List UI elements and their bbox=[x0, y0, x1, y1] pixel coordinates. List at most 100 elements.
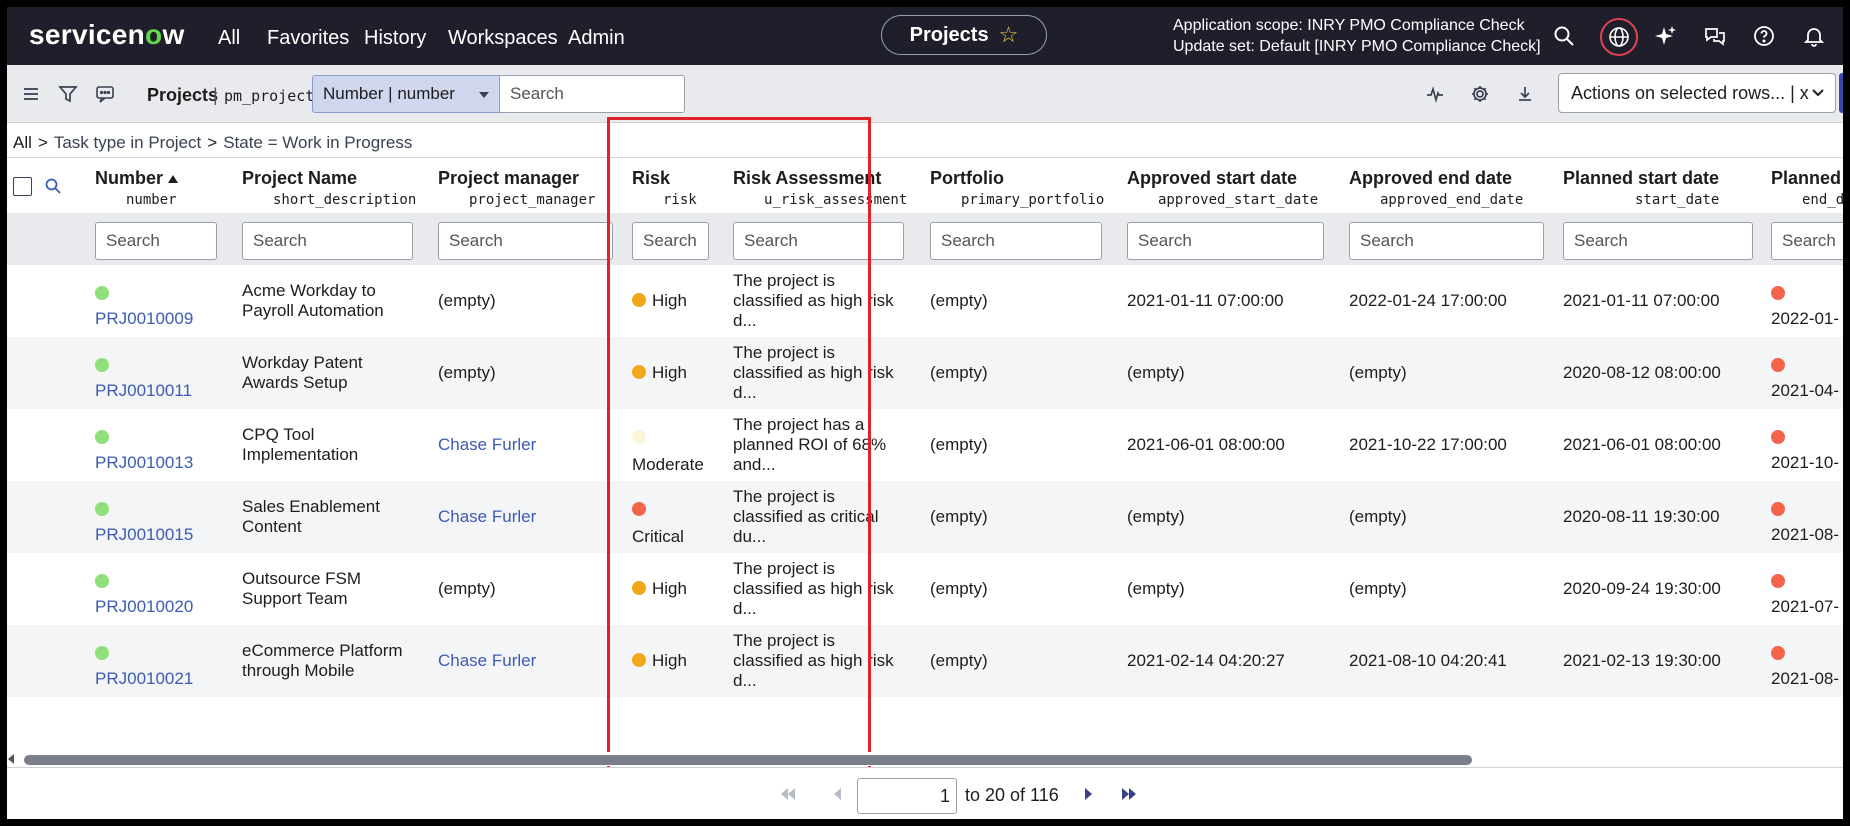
project-number-link[interactable]: PRJ0010021 bbox=[95, 669, 193, 689]
project-number-link[interactable]: PRJ0010020 bbox=[95, 597, 193, 617]
approved-end-date: (empty) bbox=[1349, 507, 1407, 526]
project-name: Workday Patent Awards Setup bbox=[242, 353, 422, 393]
hamburger-menu-icon[interactable] bbox=[21, 84, 41, 104]
portfolio-search-input[interactable] bbox=[930, 222, 1102, 260]
state-indicator bbox=[95, 429, 109, 449]
sparkle-icon[interactable] bbox=[1653, 24, 1677, 48]
portfolio: (empty) bbox=[930, 291, 988, 310]
project-manager: (empty) bbox=[438, 291, 496, 310]
project-number-link[interactable]: PRJ0010013 bbox=[95, 453, 193, 473]
portfolio: (empty) bbox=[930, 435, 988, 454]
column-planned-start-date[interactable]: Planned start date start_date bbox=[1563, 158, 1753, 214]
scrollbar-thumb[interactable] bbox=[24, 755, 1472, 765]
project-name: CPQ Tool Implementation bbox=[242, 425, 422, 465]
project-number-link[interactable]: PRJ0010015 bbox=[95, 525, 193, 545]
project-name-line: eCommerce Platform bbox=[242, 641, 403, 660]
search-icon[interactable] bbox=[1552, 24, 1576, 48]
actions-on-selected-rows-select[interactable]: Actions on selected rows... | x bbox=[1558, 73, 1836, 113]
bell-icon[interactable] bbox=[1802, 24, 1826, 48]
column-portfolio[interactable]: Portfolio primary_portfolio bbox=[930, 158, 1110, 214]
column-risk[interactable]: Risk risk bbox=[632, 158, 712, 214]
table-row[interactable]: PRJ0010013 CPQ Tool Implementation Chase Fu… bbox=[7, 409, 1843, 481]
column-number[interactable]: Number number bbox=[95, 158, 205, 214]
breadcrumb-all[interactable]: All bbox=[13, 133, 32, 152]
breadcrumb-state[interactable]: State = Work in Progress bbox=[223, 133, 412, 152]
column-approved-start-date[interactable]: Approved start date approved_start_date bbox=[1127, 158, 1327, 214]
overdue-dot bbox=[1771, 430, 1785, 444]
nav-all[interactable]: All bbox=[218, 27, 240, 50]
select-all-checkbox[interactable] bbox=[13, 177, 32, 196]
project-manager-search-input[interactable] bbox=[438, 222, 613, 260]
project-name-search-input[interactable] bbox=[242, 222, 413, 260]
status-dot bbox=[95, 430, 109, 444]
risk-dot bbox=[632, 365, 646, 379]
table-row[interactable]: PRJ0010021 eCommerce Platform through Mobi… bbox=[7, 625, 1843, 697]
nav-admin[interactable]: Admin bbox=[568, 27, 625, 50]
project-manager[interactable]: Chase Furler bbox=[438, 651, 536, 671]
table-row[interactable]: PRJ0010015 Sales Enablement Content Chase F… bbox=[7, 481, 1843, 553]
planned-start-date-search-input[interactable] bbox=[1563, 222, 1753, 260]
table-row[interactable]: PRJ0010020 Outsource FSM Support Team (empt… bbox=[7, 553, 1843, 625]
approved-start-date: (empty) bbox=[1127, 363, 1185, 382]
approved-start-date-search-input[interactable] bbox=[1127, 222, 1324, 260]
column-field: primary_portfolio bbox=[961, 192, 1105, 208]
project-manager[interactable]: Chase Furler bbox=[438, 435, 536, 455]
next-page-icon[interactable] bbox=[1079, 786, 1097, 802]
project-name-line: Support Team bbox=[242, 589, 348, 608]
column-risk-assessment[interactable]: Risk Assessment u_risk_assessment bbox=[733, 158, 913, 214]
breadcrumb-task-type[interactable]: Task type in Project bbox=[54, 133, 201, 152]
approved-end-date-search-input[interactable] bbox=[1349, 222, 1544, 260]
column-project-name[interactable]: Project Name short_description bbox=[242, 158, 417, 214]
planned-end-date: 2021-08- bbox=[1771, 525, 1840, 544]
filter-icon[interactable] bbox=[58, 84, 78, 104]
chat-icon[interactable] bbox=[1703, 24, 1727, 48]
project-manager[interactable]: Chase Furler bbox=[438, 507, 536, 527]
list-context-icon[interactable] bbox=[95, 84, 115, 104]
risk-label: Critical bbox=[632, 527, 684, 546]
table-header-row: Number number Project Name short_descrip… bbox=[7, 157, 1843, 213]
globe-button[interactable] bbox=[1600, 18, 1638, 56]
help-icon[interactable] bbox=[1752, 24, 1776, 48]
column-project-manager[interactable]: Project manager project_manager bbox=[438, 158, 608, 214]
project-number-link[interactable]: PRJ0010009 bbox=[95, 309, 193, 329]
column-label: Planned e bbox=[1771, 168, 1843, 188]
list-title[interactable]: Projects bbox=[147, 85, 218, 106]
nav-favorites[interactable]: Favorites bbox=[267, 27, 349, 50]
servicenow-logo[interactable]: servicenow bbox=[29, 19, 185, 51]
risk-assessment-search-input[interactable] bbox=[733, 222, 904, 260]
projects-pill[interactable]: Projects ☆ bbox=[881, 15, 1047, 55]
download-icon[interactable] bbox=[1515, 84, 1535, 104]
nav-history[interactable]: History bbox=[364, 27, 426, 50]
search-field-select[interactable]: Number | number bbox=[312, 75, 500, 113]
last-page-icon[interactable] bbox=[1120, 786, 1138, 802]
number-search-input[interactable] bbox=[95, 222, 217, 260]
application-scope[interactable]: Application scope: INRY PMO Compliance C… bbox=[1173, 15, 1541, 57]
planned-end-indicator bbox=[1771, 573, 1785, 593]
previous-page-icon[interactable] bbox=[829, 786, 847, 802]
table-row[interactable]: PRJ0010011 Workday Patent Awards Setup (emp… bbox=[7, 337, 1843, 409]
column-approved-end-date[interactable]: Approved end date approved_end_date bbox=[1349, 158, 1539, 214]
planned-end-date: 2021-10- bbox=[1771, 453, 1840, 472]
project-number-link[interactable]: PRJ0010011 bbox=[95, 381, 192, 401]
approved-end-date: (empty) bbox=[1349, 579, 1407, 598]
horizontal-scrollbar[interactable] bbox=[7, 752, 1843, 766]
planned-end-date-search-input[interactable] bbox=[1771, 222, 1843, 260]
search-icon[interactable] bbox=[44, 177, 62, 195]
search-field-value: Number | number bbox=[323, 84, 455, 103]
page-number-input[interactable] bbox=[857, 778, 957, 814]
star-icon[interactable]: ☆ bbox=[999, 22, 1019, 48]
planned-end-date: 2022-01- bbox=[1771, 309, 1840, 328]
new-button-edge[interactable] bbox=[1839, 73, 1843, 113]
gear-icon[interactable] bbox=[1470, 84, 1490, 104]
overdue-dot bbox=[1771, 286, 1785, 300]
nav-workspaces[interactable]: Workspaces bbox=[448, 27, 558, 50]
scroll-left-arrow-icon[interactable] bbox=[8, 754, 14, 764]
column-planned-end-date[interactable]: Planned e end_d bbox=[1771, 158, 1843, 214]
risk-search-input[interactable] bbox=[632, 222, 709, 260]
list-search-input[interactable] bbox=[499, 75, 685, 113]
project-manager: (empty) bbox=[438, 363, 496, 382]
column-field: approved_start_date bbox=[1158, 192, 1319, 208]
first-page-icon[interactable] bbox=[779, 786, 797, 802]
activity-icon[interactable] bbox=[1425, 84, 1445, 104]
table-row[interactable]: PRJ0010009 Acme Workday to Payroll Automat… bbox=[7, 265, 1843, 337]
